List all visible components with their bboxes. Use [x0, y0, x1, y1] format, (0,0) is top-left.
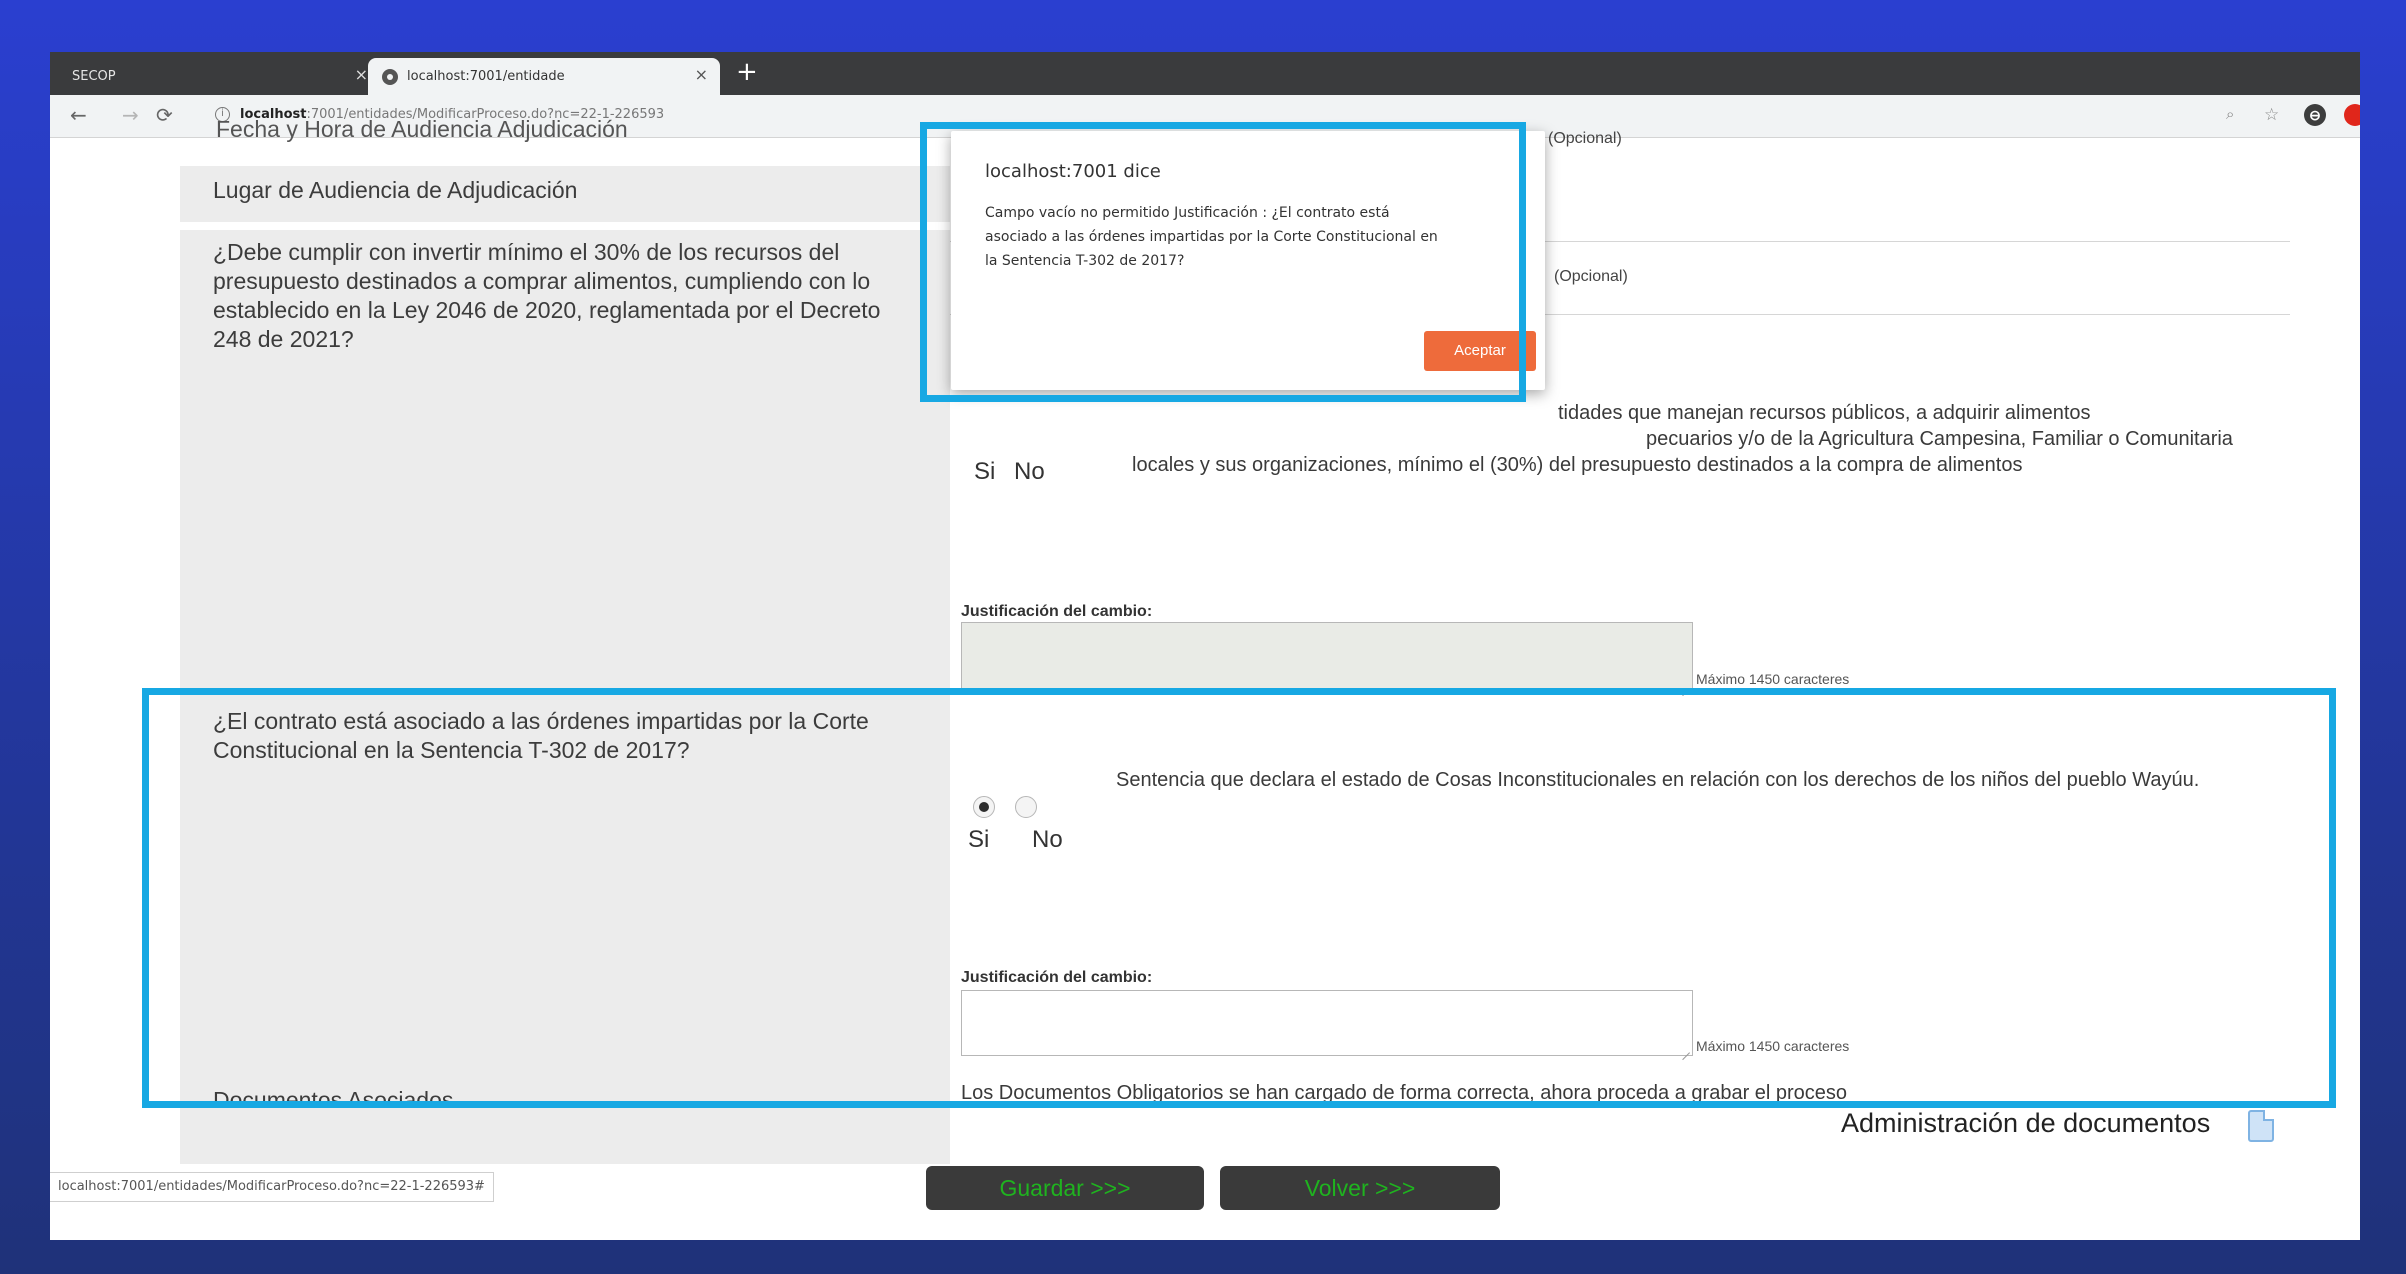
q1-label: ¿Debe cumplir con invertir mínimo el 30%… — [213, 239, 881, 352]
close-icon[interactable]: × — [695, 67, 708, 83]
dialog-highlight-box — [920, 122, 1526, 402]
q1-desc-line1: tidades que manejan recursos públicos, a… — [1558, 402, 2091, 424]
zoom-icon[interactable]: ⌕ — [2226, 105, 2234, 123]
q1-max-label: Máximo 1450 caracteres — [1696, 671, 1850, 687]
favicon-icon — [382, 68, 398, 85]
opcional-label-top: (Opcional) — [1548, 130, 1622, 147]
tab-title: localhost:7001/entidade — [407, 69, 565, 84]
tab-localhost[interactable]: localhost:7001/entidade × — [368, 58, 720, 95]
q1-no-label: No — [1014, 458, 1045, 485]
forward-icon[interactable]: → — [122, 104, 139, 126]
q1-desc-line3: locales y sus organizaciones, mínimo el … — [1132, 454, 2023, 476]
close-icon[interactable]: × — [355, 67, 368, 83]
tab-strip: SECOP × localhost:7001/entidade × + — [50, 52, 2360, 95]
new-tab-icon[interactable]: + — [736, 57, 758, 87]
tab-title: SECOP — [72, 69, 116, 84]
browser-window: SECOP × localhost:7001/entidade × + ← → … — [50, 52, 2360, 1240]
question-highlight-box — [142, 688, 2336, 1108]
q1-justification-label: Justificación del cambio: — [961, 603, 1153, 620]
back-icon[interactable]: ← — [70, 104, 87, 126]
lugar-label-text: Lugar de Audiencia de Adjudicación — [213, 177, 578, 203]
admin-docs-link[interactable]: Administración de documentos — [1841, 1108, 2210, 1139]
star-icon[interactable]: ☆ — [2264, 105, 2279, 125]
page-content: Fecha y Hora de Audiencia Adjudicación (… — [50, 116, 2360, 1240]
lugar-label: Lugar de Audiencia de Adjudicación — [180, 166, 950, 222]
q1-label-cell-extended — [180, 470, 950, 710]
q1-desc-line2: pecuarios y/o de la Agricultura Campesin… — [1646, 428, 2233, 450]
q1-si-label: Si — [974, 458, 996, 485]
status-bar: localhost:7001/entidades/ModificarProces… — [50, 1172, 494, 1202]
volver-button[interactable]: Volver >>> — [1220, 1166, 1500, 1210]
profile-icon[interactable]: ⊖ — [2304, 104, 2326, 126]
tab-secop[interactable]: SECOP × — [58, 58, 380, 95]
opcional-label: (Opcional) — [1554, 268, 1628, 285]
document-icon[interactable] — [2248, 1110, 2274, 1142]
q1-justification-textarea[interactable] — [961, 622, 1693, 692]
guardar-button[interactable]: Guardar >>> — [926, 1166, 1204, 1210]
extension-icon[interactable] — [2344, 104, 2360, 126]
reload-icon[interactable]: ⟳ — [156, 104, 173, 126]
fecha-audiencia-label: Fecha y Hora de Audiencia Adjudicación — [216, 116, 628, 142]
q1-label-cell: ¿Debe cumplir con invertir mínimo el 30%… — [180, 230, 950, 470]
